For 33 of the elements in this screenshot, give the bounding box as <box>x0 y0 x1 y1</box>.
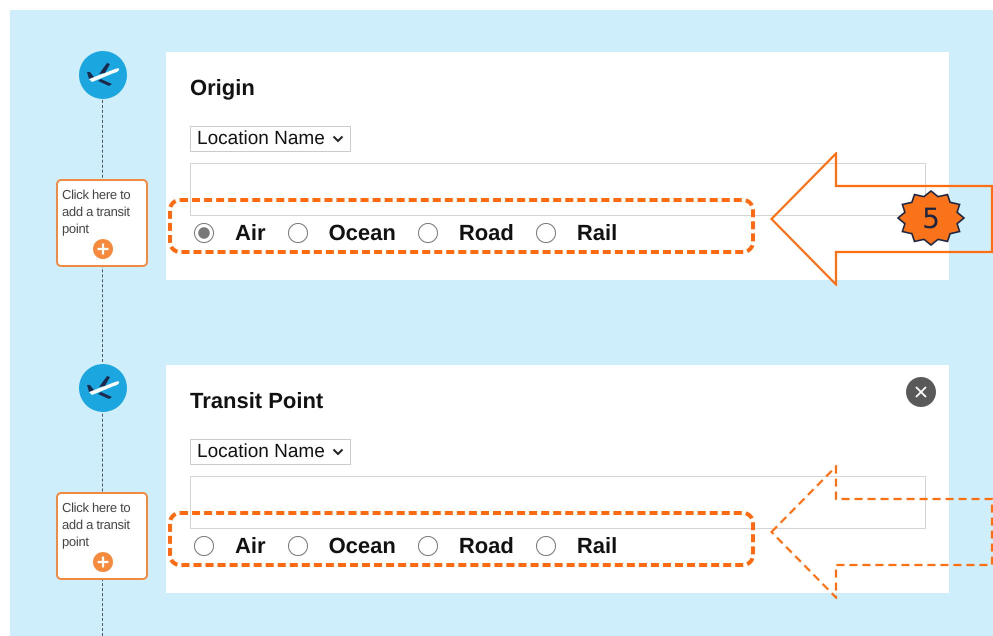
radio-label: Air <box>235 220 266 246</box>
close-icon <box>914 385 928 399</box>
location-input[interactable] <box>190 163 926 216</box>
chevron-icon <box>332 448 344 456</box>
location-input[interactable] <box>190 476 926 529</box>
airplane-icon <box>79 51 127 99</box>
airplane-icon <box>79 364 127 412</box>
radio-button[interactable] <box>288 223 308 243</box>
radio-label: Ocean <box>328 533 396 559</box>
radio-label: Rail <box>576 533 618 559</box>
radio-label: Rail <box>576 220 618 246</box>
plus-icon <box>92 239 112 259</box>
location-type-dropdown[interactable]: Location Name <box>190 439 351 465</box>
chevron-icon <box>332 135 344 143</box>
radio-button[interactable] <box>536 536 556 556</box>
step-title: Origin <box>190 74 255 102</box>
plus-icon <box>92 552 112 572</box>
radio-label: Ocean <box>328 220 396 246</box>
radio-button[interactable] <box>536 223 556 243</box>
step-badge: 5 <box>897 190 965 246</box>
location-type-dropdown[interactable]: Location Name <box>190 126 351 152</box>
radio-label: Air <box>235 533 266 559</box>
add-transit-point-button[interactable]: Click here to add a transit point <box>56 492 148 580</box>
radio-button[interactable] <box>418 223 438 243</box>
step-title: Transit Point <box>190 387 324 415</box>
radio-button[interactable] <box>288 536 308 556</box>
close-button[interactable] <box>906 377 936 407</box>
radio-label: Road <box>458 533 514 559</box>
add-transit-point-button[interactable]: Click here to add a transit point <box>56 179 148 267</box>
radio-label: Road <box>458 220 514 246</box>
radio-button[interactable] <box>194 536 214 556</box>
radio-button[interactable] <box>194 223 214 243</box>
radio-button[interactable] <box>418 536 438 556</box>
